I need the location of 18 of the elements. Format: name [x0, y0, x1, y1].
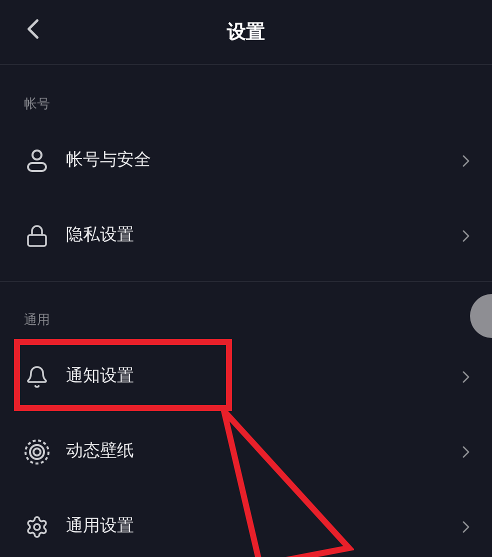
lock-icon	[25, 224, 49, 248]
section-label: 帐号	[24, 96, 50, 114]
settings-row[interactable]: 通知设置	[0, 339, 492, 414]
row-label: 帐号与安全	[66, 148, 152, 172]
row-label: 动态壁纸	[66, 440, 135, 463]
settings-row[interactable]: 通用设置	[0, 489, 492, 557]
settings-row[interactable]: 隐私设置	[0, 198, 492, 273]
row-label: 隐私设置	[66, 224, 135, 247]
settings-row[interactable]: 帐号与安全	[0, 123, 492, 198]
person-icon	[26, 148, 48, 172]
row-label: 通知设置	[66, 364, 135, 388]
dotted-rings-icon	[24, 438, 50, 464]
section-label: 通用	[24, 312, 50, 330]
settings-icon	[25, 514, 49, 538]
settings-row[interactable]: 动态壁纸	[0, 414, 492, 489]
page-title: 设置	[227, 20, 265, 45]
bell-icon	[25, 364, 49, 388]
row-label: 通用设置	[66, 514, 135, 538]
